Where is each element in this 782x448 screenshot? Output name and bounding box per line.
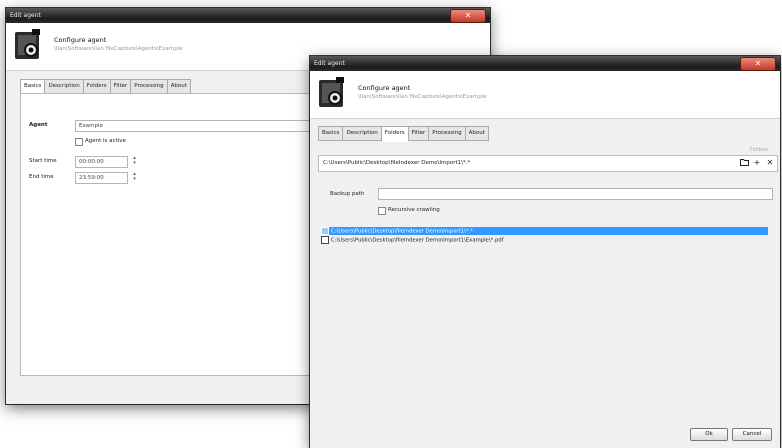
close-icon: ✕ [464,11,472,20]
plus-icon: + [753,158,761,167]
front-close-button[interactable]: ✕ [740,57,776,71]
ok-button[interactable]: Ok [690,428,728,441]
back-close-button[interactable]: ✕ [450,9,486,23]
front-tab-basics[interactable]: Basics [318,126,343,141]
end-time-spinner[interactable]: ▴ ▾ [131,172,138,182]
back-tab-description[interactable]: Description [44,79,83,94]
open-folder-button[interactable] [739,158,749,168]
front-tab-folders[interactable]: Folders [380,126,408,142]
front-tab-about[interactable]: About [464,126,489,141]
backup-path-label: Backup path [330,191,365,197]
front-window-title: Edit agent [314,60,345,67]
agent-active-label: Agent is active [85,138,126,144]
end-time-label: End time [29,174,54,180]
start-time-input[interactable]: 00:00:00 [75,156,128,168]
front-tab-description[interactable]: Description [342,126,381,141]
folder-path-box: C:\Users\Public\Desktop\fileIndexer Demo… [318,155,778,172]
back-tab-filter[interactable]: Filter [109,79,131,94]
folder-icon [321,227,329,235]
remove-folder-button[interactable]: ✕ [765,158,775,168]
agent-label: Agent [29,122,48,128]
front-bottom-bar: Ok Cancel [310,418,780,448]
back-tab-about[interactable]: About [166,79,191,94]
cancel-button[interactable]: Cancel [732,428,772,441]
back-tab-processing[interactable]: Processing [130,79,167,94]
folders-section-hint: Folders [749,147,768,153]
front-header-path: \Ilan\Software\Ilan fileCapture\Agents\E… [358,94,487,100]
folder-path-input[interactable]: C:\Users\Public\Desktop\fileIndexer Demo… [323,160,470,166]
back-tab-folders[interactable]: Folders [82,79,110,94]
close-icon: ✕ [754,59,762,68]
folder-list-item[interactable]: C:\Users\Public\Desktop\fileIndexer Demo… [321,227,768,235]
folder-list-item[interactable]: C:\Users\Public\Desktop\fileIndexer Demo… [321,236,504,244]
agent-icon [15,29,40,59]
recursive-crawling-label: Recursive crawling [388,207,440,213]
start-time-label: Start time [29,158,57,164]
back-titlebar: Edit agent ✕ [6,8,490,23]
back-header-path: \Ilan\Software\Ilan fileCapture\Agents\E… [54,46,183,52]
front-tab-filter[interactable]: Filter [407,126,429,141]
back-header-title: Configure agent [54,36,107,44]
front-header: Configure agent \Ilan\Software\Ilan file… [310,71,780,119]
add-folder-button[interactable]: + [752,158,762,168]
folder-list-item-text: C:\Users\Public\Desktop\fileIndexer Demo… [331,237,504,244]
x-icon: ✕ [766,158,774,167]
end-time-input[interactable]: 23:59:00 [75,172,128,184]
front-edit-agent-window: Edit agent ✕ Configure agent \Ilan\Softw… [310,56,780,448]
back-window-title: Edit agent [10,12,41,19]
front-header-title: Configure agent [358,84,411,92]
recursive-crawling-checkbox[interactable] [378,207,386,215]
front-tab-strip: Basics Description Folders Filter Proces… [318,126,489,142]
folder-open-icon [739,159,749,166]
agent-active-checkbox[interactable] [75,138,83,146]
front-titlebar: Edit agent ✕ [310,56,780,71]
folder-icon [321,236,329,244]
backup-path-input[interactable] [378,188,773,200]
front-tab-processing[interactable]: Processing [428,126,465,141]
start-time-spinner[interactable]: ▴ ▾ [131,156,138,166]
agent-icon [319,77,344,107]
folder-list-item-text: C:\Users\Public\Desktop\fileIndexer Demo… [331,228,473,235]
back-tab-strip: Basics Description Folders Filter Proces… [20,79,191,95]
